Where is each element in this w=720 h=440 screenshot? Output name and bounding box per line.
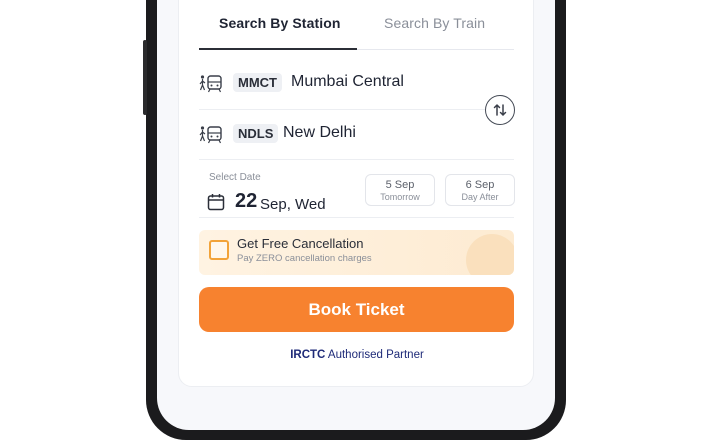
- train-icon: [199, 126, 222, 144]
- search-card: Search By Station Search By Train MMCT M…: [178, 0, 534, 387]
- station-code-badge: MMCT: [233, 73, 282, 92]
- date-option-tomorrow[interactable]: 5 Sep Tomorrow: [365, 174, 435, 206]
- date-option-label: Day After: [461, 192, 499, 202]
- date-option-day-after[interactable]: 6 Sep Day After: [445, 174, 515, 206]
- cancellation-title: Get Free Cancellation: [237, 236, 364, 251]
- origin-station-field[interactable]: MMCT Mumbai Central: [199, 69, 514, 99]
- date-option-date: 6 Sep: [465, 179, 495, 191]
- divider: [199, 109, 514, 110]
- free-cancellation-banner[interactable]: Get Free Cancellation Pay ZERO cancellat…: [199, 230, 514, 275]
- free-cancellation-checkbox[interactable]: [209, 240, 229, 260]
- tab-search-by-train[interactable]: Search By Train: [384, 15, 485, 31]
- train-icon: [199, 75, 222, 93]
- partner-note: IRCTC Authorised Partner: [179, 349, 535, 361]
- date-label: Select Date: [209, 172, 261, 183]
- rupee-badge-icon: [466, 234, 514, 275]
- calendar-icon: [207, 194, 225, 211]
- station-code-badge: NDLS: [233, 124, 279, 143]
- divider: [199, 217, 514, 218]
- selected-date-text[interactable]: Sep, Wed: [260, 196, 326, 213]
- cancellation-subtitle: Pay ZERO cancellation charges: [237, 253, 372, 264]
- partner-brand: IRCTC: [290, 349, 326, 361]
- phone-side-button: [143, 40, 147, 115]
- date-option-label: Tomorrow: [380, 192, 420, 202]
- divider: [199, 159, 514, 160]
- date-option-date: 5 Sep: [385, 179, 415, 191]
- active-tab-indicator: [199, 48, 357, 50]
- station-name: Mumbai Central: [291, 73, 404, 90]
- swap-vertical-icon: [493, 103, 507, 117]
- selected-date-day[interactable]: 22: [235, 190, 257, 213]
- app-screen: Search By Station Search By Train MMCT M…: [157, 0, 555, 430]
- destination-station-field[interactable]: NDLS New Delhi: [199, 120, 514, 150]
- partner-text: Authorised Partner: [327, 349, 424, 361]
- book-ticket-button[interactable]: Book Ticket: [199, 287, 514, 332]
- tab-search-by-station[interactable]: Search By Station: [219, 15, 341, 31]
- station-name: New Delhi: [283, 124, 356, 141]
